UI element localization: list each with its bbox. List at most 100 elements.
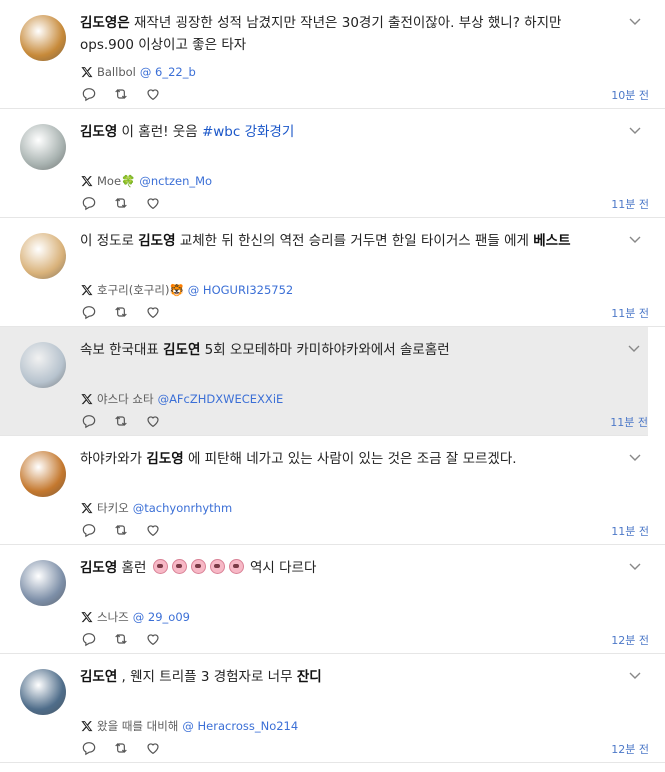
chevron-down-icon[interactable] xyxy=(628,339,640,352)
timestamp[interactable]: 11분 전 xyxy=(610,414,648,430)
tweet-source[interactable]: 타키오 @tachyonrhythm xyxy=(81,499,232,517)
tweet-item[interactable]: 이 정도로 김도영 교체한 뒤 한신의 역전 승리를 거두면 한일 타이거스 팬… xyxy=(0,218,665,327)
tweet-text: 김도영 홈런 역시 다르다 xyxy=(80,557,605,579)
display-name: 호구리(호구리)🐯 xyxy=(97,283,184,297)
retweet-icon[interactable] xyxy=(113,740,131,756)
crying-face-emoji-icon xyxy=(152,559,168,574)
tweet-feed: 김도영은 재작년 굉장한 성적 남겼지만 작년은 30경기 출전이잖아. 부상 … xyxy=(0,0,665,763)
tweet-item[interactable]: 김도연 , 웬지 트리플 3 경험자로 너무 잔디왔을 때를 대비해 @ Hera… xyxy=(0,654,665,763)
crying-face-emoji-icon xyxy=(171,559,187,574)
tweet-source[interactable]: 야스다 쇼타 @AFcZHDXWECEXXiE xyxy=(81,390,283,408)
highlight-keyword: 김도연 xyxy=(163,342,201,358)
tweet-source[interactable]: Moe🍀 @nctzen_Mo xyxy=(81,172,212,190)
reply-icon[interactable] xyxy=(81,304,99,320)
text-segment: 에 피탄해 네가고 있는 사람이 있는 것은 조금 잘 모르겠다. xyxy=(183,451,517,467)
tweet-source[interactable]: 스나즈 @ 29_o09 xyxy=(81,608,190,626)
avatar[interactable] xyxy=(20,451,66,497)
text-segment: 이 정도로 xyxy=(80,233,139,249)
chevron-down-icon[interactable] xyxy=(629,12,641,25)
highlight-keyword: 김도연 xyxy=(80,669,118,685)
timestamp[interactable]: 11분 전 xyxy=(611,523,649,539)
reply-icon[interactable] xyxy=(81,740,99,756)
tweet-item[interactable]: 김도영 이 홈런! 웃음 #wbc 강화경기 Moe🍀 @nctzen_Mo 11분 … xyxy=(0,109,665,218)
x-logo-icon xyxy=(81,66,93,78)
tweet-item[interactable]: 속보 한국대표 김도연 5회 오모테하마 카미하야카와에서 솔로홈런야스다 쇼타… xyxy=(0,327,648,436)
tweet-item[interactable]: 김도영은 재작년 굉장한 성적 남겼지만 작년은 30경기 출전이잖아. 부상 … xyxy=(0,0,665,109)
tweet-text: 김도영은 재작년 굉장한 성적 남겼지만 작년은 30경기 출전이잖아. 부상 … xyxy=(80,12,605,56)
tweet-actions xyxy=(81,522,163,538)
retweet-icon[interactable] xyxy=(113,304,131,320)
user-handle[interactable]: @ Heracross_No214 xyxy=(182,719,298,733)
x-logo-icon xyxy=(81,502,93,514)
tweet-actions xyxy=(81,304,163,320)
timestamp[interactable]: 11분 전 xyxy=(611,196,649,212)
avatar[interactable] xyxy=(20,233,66,279)
tweet-text: 하야카와가 김도영 에 피탄해 네가고 있는 사람이 있는 것은 조금 잘 모르… xyxy=(80,448,605,470)
retweet-icon[interactable] xyxy=(113,631,131,647)
avatar[interactable] xyxy=(20,560,66,606)
tweet-item[interactable]: 김도영 홈런 역시 다르다스나즈 @ 29_o09 12분 전 xyxy=(0,545,665,654)
user-handle[interactable]: @ 6_22_b xyxy=(140,65,196,79)
chevron-down-icon[interactable] xyxy=(629,666,641,679)
reply-icon[interactable] xyxy=(81,413,99,429)
crying-face-emoji-icon xyxy=(190,559,206,574)
reply-icon[interactable] xyxy=(81,631,99,647)
retweet-icon[interactable] xyxy=(113,195,131,211)
crying-face-emoji-icon xyxy=(209,559,225,574)
text-segment: , 웬지 트리플 3 경험자로 너무 xyxy=(117,669,297,685)
user-handle[interactable]: @ HOGURI325752 xyxy=(188,283,293,297)
avatar[interactable] xyxy=(20,342,66,388)
crying-face-emoji-icon xyxy=(228,559,244,574)
text-segment: 교체한 뒤 한신의 역전 승리를 거두면 한일 타이거스 팬들 에게 xyxy=(175,233,534,249)
text-segment: 5회 오모테하마 카미하야카와에서 솔로홈런 xyxy=(200,342,450,358)
like-icon[interactable] xyxy=(145,304,163,320)
retweet-icon[interactable] xyxy=(113,522,131,538)
tweet-item[interactable]: 하야카와가 김도영 에 피탄해 네가고 있는 사람이 있는 것은 조금 잘 모르… xyxy=(0,436,665,545)
text-segment: 이 홈런! 웃음 xyxy=(117,124,202,140)
like-icon[interactable] xyxy=(145,413,163,429)
chevron-down-icon[interactable] xyxy=(629,121,641,134)
like-icon[interactable] xyxy=(145,740,163,756)
display-name: 타키오 xyxy=(97,501,129,515)
timestamp[interactable]: 11분 전 xyxy=(611,305,649,321)
tweet-source[interactable]: 왔을 때를 대비해 @ Heracross_No214 xyxy=(81,717,298,735)
like-icon[interactable] xyxy=(145,195,163,211)
reply-icon[interactable] xyxy=(81,522,99,538)
chevron-down-icon[interactable] xyxy=(629,557,641,570)
chevron-down-icon[interactable] xyxy=(629,230,641,243)
avatar[interactable] xyxy=(20,669,66,715)
retweet-icon[interactable] xyxy=(113,413,131,429)
like-icon[interactable] xyxy=(145,86,163,102)
reply-icon[interactable] xyxy=(81,86,99,102)
tweet-actions xyxy=(81,631,163,647)
display-name: 스나즈 xyxy=(97,610,129,624)
like-icon[interactable] xyxy=(145,522,163,538)
highlight-keyword: 베스트 xyxy=(533,233,571,249)
highlight-keyword: 잔디 xyxy=(296,669,322,685)
user-handle[interactable]: @nctzen_Mo xyxy=(139,174,212,188)
tweet-source[interactable]: 호구리(호구리)🐯 @ HOGURI325752 xyxy=(81,281,293,299)
user-handle[interactable]: @tachyonrhythm xyxy=(133,501,232,515)
tweet-text: 김도연 , 웬지 트리플 3 경험자로 너무 잔디 xyxy=(80,666,605,688)
avatar[interactable] xyxy=(20,124,66,170)
user-handle[interactable]: @ 29_o09 xyxy=(133,610,190,624)
user-handle[interactable]: @AFcZHDXWECEXXiE xyxy=(158,392,284,406)
tweet-text: 이 정도로 김도영 교체한 뒤 한신의 역전 승리를 거두면 한일 타이거스 팬… xyxy=(80,230,605,252)
avatar[interactable] xyxy=(20,15,66,61)
text-segment: 하야카와가 xyxy=(80,451,147,467)
timestamp[interactable]: 12분 전 xyxy=(611,632,649,648)
x-logo-icon xyxy=(81,393,93,405)
retweet-icon[interactable] xyxy=(113,86,131,102)
tweet-source[interactable]: Ballbol @ 6_22_b xyxy=(81,63,196,81)
highlight-keyword: 김도영 xyxy=(80,124,118,140)
timestamp[interactable]: 10분 전 xyxy=(611,87,649,103)
tweet-actions xyxy=(81,86,163,102)
reply-icon[interactable] xyxy=(81,195,99,211)
highlight-keyword: 김도영 xyxy=(138,233,176,249)
chevron-down-icon[interactable] xyxy=(629,448,641,461)
text-segment: 속보 한국대표 xyxy=(80,342,164,358)
like-icon[interactable] xyxy=(145,631,163,647)
timestamp[interactable]: 12분 전 xyxy=(611,741,649,757)
hashtag-link[interactable]: #wbc 강화경기 xyxy=(202,124,294,140)
text-segment: 홈런 xyxy=(117,560,151,576)
